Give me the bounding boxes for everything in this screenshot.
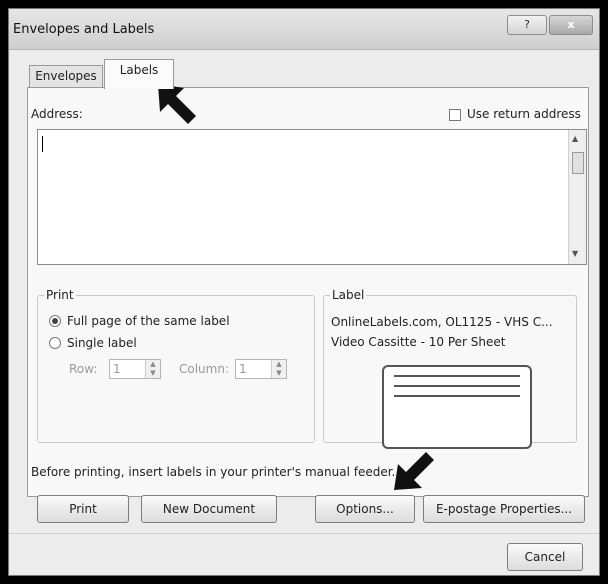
- title-bar: Envelopes and Labels ? x: [9, 9, 599, 50]
- envelopes-labels-dialog: Envelopes and Labels ? x Envelopes Label…: [8, 8, 600, 576]
- full-page-label[interactable]: Full page of the same label: [67, 314, 230, 328]
- new-document-button[interactable]: New Document: [141, 495, 277, 523]
- label-vendor-text[interactable]: OnlineLabels.com, OL1125 - VHS C...: [331, 315, 553, 329]
- footer-divider: [9, 533, 599, 534]
- close-button[interactable]: x: [549, 15, 593, 35]
- full-page-radio[interactable]: [49, 315, 61, 327]
- feeder-notice: Before printing, insert labels in your p…: [31, 465, 396, 479]
- help-button[interactable]: ?: [507, 15, 547, 35]
- dialog-title: Envelopes and Labels: [13, 22, 155, 37]
- label-product-text[interactable]: Video Cassitte - 10 Per Sheet: [331, 335, 505, 349]
- address-textarea[interactable]: ▲ ▼: [37, 129, 587, 265]
- scroll-down-icon[interactable]: ▼: [572, 249, 578, 258]
- label-preview[interactable]: [382, 365, 532, 449]
- row-spin-arrows-icon[interactable]: ▲ ▼: [145, 360, 160, 378]
- text-caret: [42, 136, 43, 152]
- single-label-label[interactable]: Single label: [67, 336, 137, 350]
- address-label: Address:: [31, 107, 83, 121]
- column-value: 1: [239, 362, 247, 376]
- options-button[interactable]: Options...: [315, 495, 415, 523]
- label-group-title: Label: [330, 288, 367, 302]
- options-pointer-arrow-icon: [394, 452, 434, 490]
- use-return-address-checkbox[interactable]: [449, 109, 461, 121]
- epostage-properties-button[interactable]: E-postage Properties...: [423, 495, 585, 523]
- row-spinner[interactable]: 1 ▲ ▼: [109, 359, 161, 379]
- address-scrollbar[interactable]: ▲ ▼: [568, 130, 586, 264]
- print-group-title: Print: [44, 288, 76, 302]
- cancel-button[interactable]: Cancel: [507, 543, 583, 571]
- print-button[interactable]: Print: [37, 495, 129, 523]
- tab-labels[interactable]: Labels: [104, 59, 174, 89]
- single-label-radio[interactable]: [49, 337, 61, 349]
- scroll-thumb[interactable]: [572, 152, 584, 174]
- column-spinner[interactable]: 1 ▲ ▼: [235, 359, 287, 379]
- column-spin-arrows-icon[interactable]: ▲ ▼: [271, 360, 286, 378]
- row-value: 1: [113, 362, 121, 376]
- column-label: Column:: [179, 362, 229, 376]
- tab-envelopes[interactable]: Envelopes: [29, 65, 103, 87]
- scroll-up-icon[interactable]: ▲: [572, 134, 578, 143]
- use-return-address-label[interactable]: Use return address: [467, 107, 581, 121]
- row-label: Row:: [69, 362, 98, 376]
